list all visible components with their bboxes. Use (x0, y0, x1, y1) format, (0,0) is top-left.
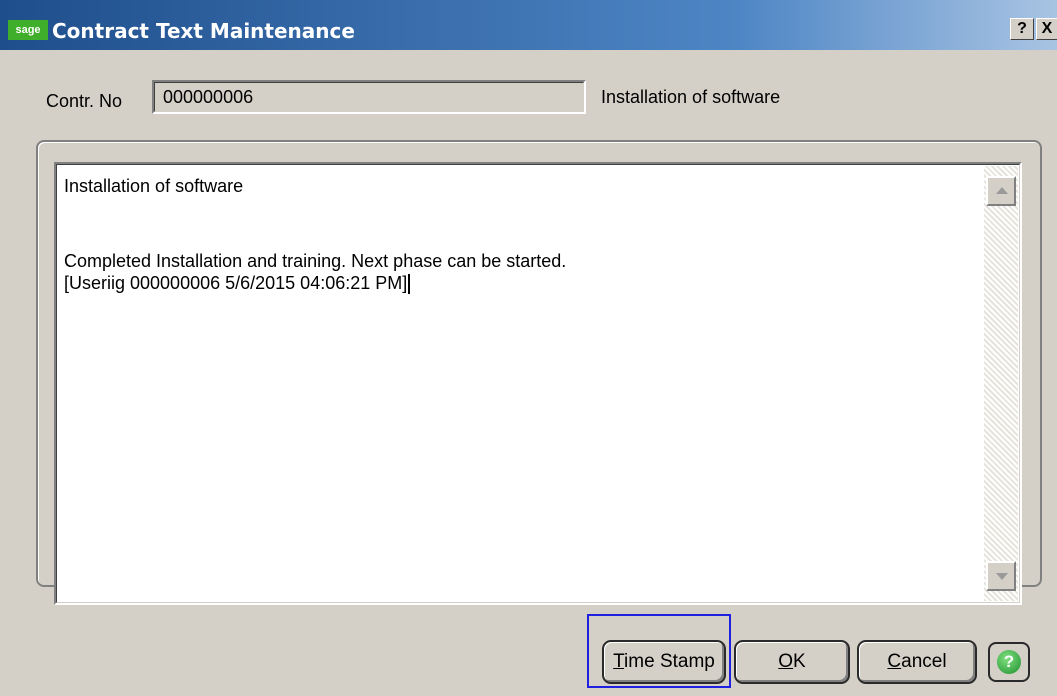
cancel-label: ancel (901, 651, 947, 672)
contract-text-area[interactable]: Installation of software Completed Insta… (54, 162, 1022, 605)
window-title: Contract Text Maintenance (52, 19, 355, 43)
help-title-button[interactable]: ? (1010, 18, 1034, 40)
contract-number-value: 000000006 (154, 82, 584, 112)
help-icon: ? (997, 650, 1021, 674)
close-button[interactable]: X (1036, 18, 1057, 40)
contract-description: Installation of software (601, 87, 781, 107)
text-line-4-content: [Useriig 000000006 5/6/2015 04:06:21 PM] (64, 273, 408, 293)
contract-number-field[interactable]: 000000006 (152, 80, 586, 114)
title-bar: sage Contract Text Maintenance ? X (0, 0, 1057, 50)
scroll-down-arrow-icon (996, 573, 1008, 580)
help-button[interactable]: ? (988, 642, 1030, 682)
ok-label: K (793, 651, 806, 672)
contract-number-label: Contr. No (46, 91, 123, 111)
text-line-1: Installation of software (64, 176, 244, 196)
scroll-up-arrow-icon (996, 187, 1008, 194)
time-stamp-label: ime Stamp (624, 651, 715, 672)
time-stamp-mnemonic: T (613, 651, 625, 672)
scroll-down-button[interactable] (986, 561, 1016, 591)
text-line-4: [Useriig 000000006 5/6/2015 04:06:21 PM] (64, 273, 411, 295)
text-line-3: Completed Installation and training. Nex… (64, 251, 567, 271)
sage-logo: sage (8, 20, 48, 40)
vertical-scrollbar[interactable] (984, 166, 1018, 601)
scroll-up-button[interactable] (986, 176, 1016, 206)
cancel-mnemonic: C (887, 651, 902, 672)
ok-button[interactable]: OK (734, 640, 850, 684)
time-stamp-button[interactable]: Time Stamp (602, 640, 726, 684)
text-area-border (56, 164, 1020, 603)
text-caret (408, 274, 411, 295)
cancel-button[interactable]: Cancel (857, 640, 977, 684)
ok-mnemonic: O (778, 651, 794, 672)
